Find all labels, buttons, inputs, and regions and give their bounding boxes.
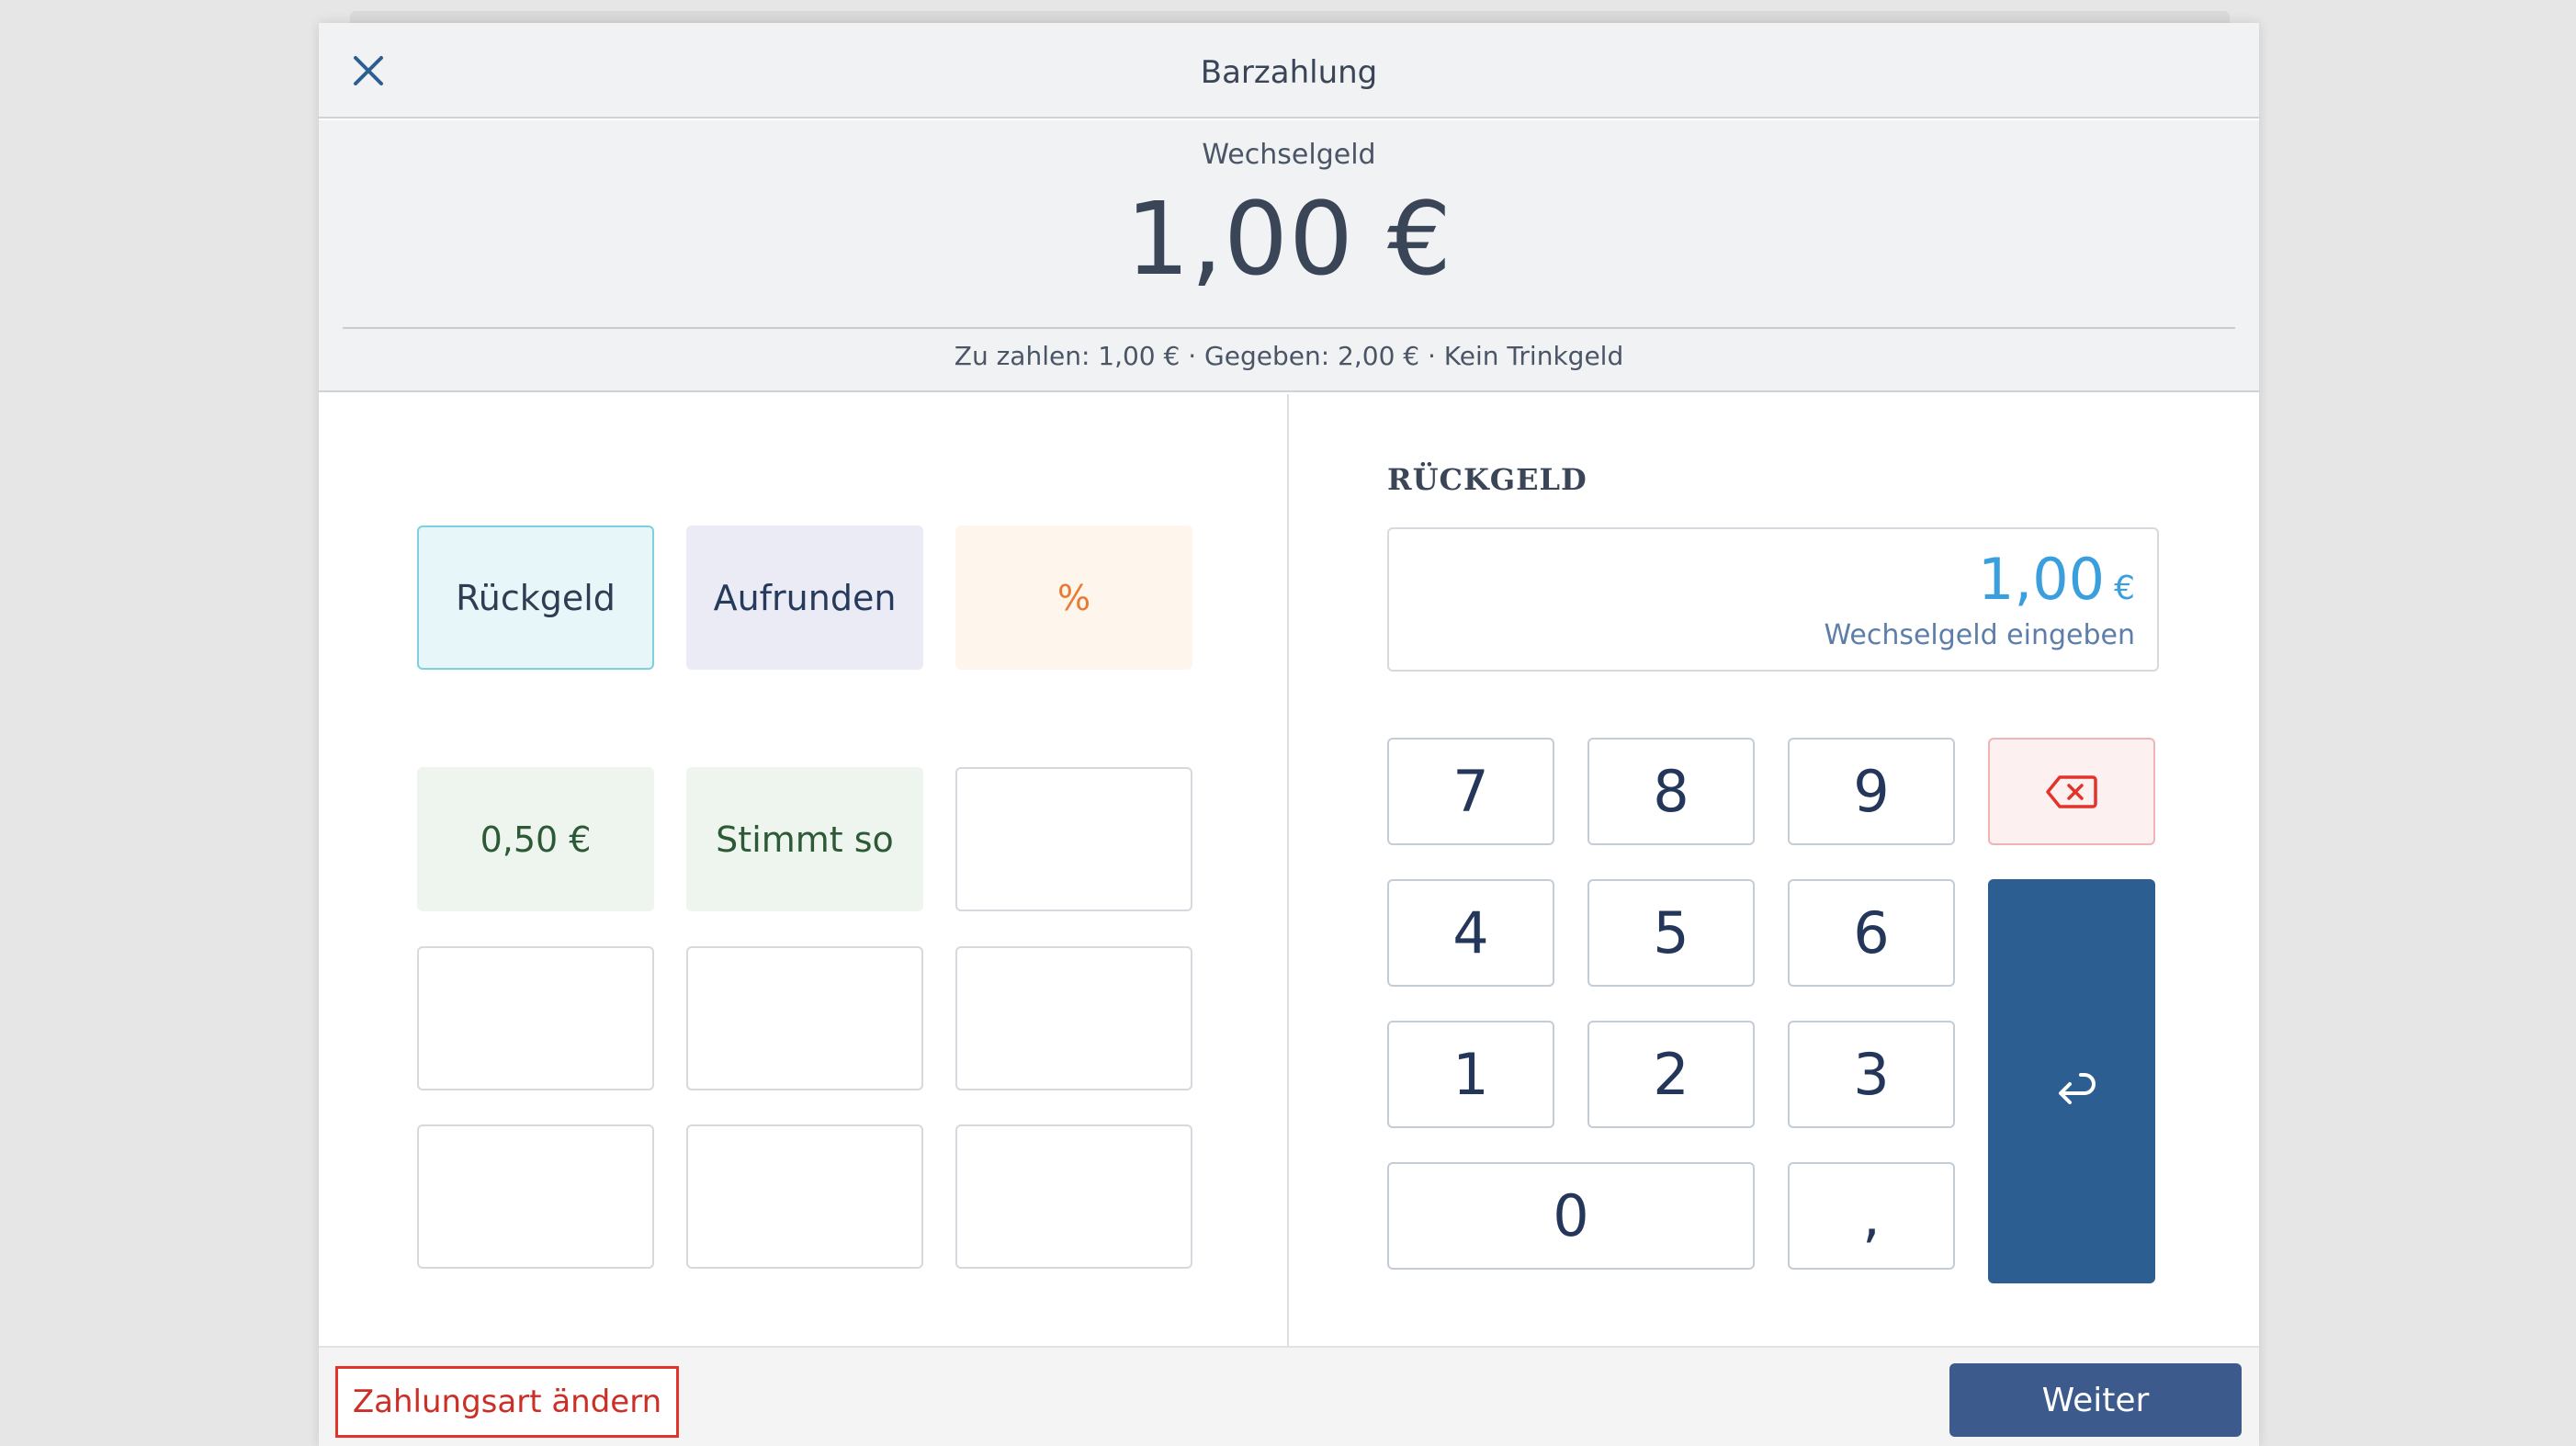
key-5[interactable]: 5	[1587, 879, 1755, 987]
key-4[interactable]: 4	[1387, 879, 1554, 987]
change-input-value: 1,00 €	[1978, 546, 2135, 613]
cash-payment-dialog: Barzahlung Wechselgeld 1,00 € Zu zahlen:…	[319, 23, 2259, 1446]
change-summary: Wechselgeld 1,00 € Zu zahlen: 1,00 € · G…	[319, 120, 2259, 392]
empty-quick-slot	[955, 767, 1192, 911]
dialog-footer: Zahlungsart ändern Weiter	[319, 1346, 2259, 1446]
next-button[interactable]: Weiter	[1949, 1363, 2242, 1437]
key-decimal-comma[interactable]: ,	[1788, 1162, 1955, 1270]
quick-amount-050-button[interactable]: 0,50 €	[417, 767, 654, 911]
empty-quick-slot	[955, 1124, 1192, 1269]
backspace-button[interactable]	[1988, 738, 2155, 845]
key-3[interactable]: 3	[1788, 1021, 1955, 1128]
payment-detail: Zu zahlen: 1,00 € · Gegeben: 2,00 € · Ke…	[954, 341, 1624, 371]
summary-divider	[343, 327, 2235, 329]
enter-icon	[2059, 1073, 2096, 1104]
key-1[interactable]: 1	[1387, 1021, 1554, 1128]
key-7[interactable]: 7	[1387, 738, 1554, 845]
key-6[interactable]: 6	[1788, 879, 1955, 987]
aufrunden-mode-button[interactable]: Aufrunden	[686, 525, 923, 670]
background-window-edge	[350, 11, 2230, 24]
change-input-currency: €	[2114, 570, 2135, 607]
empty-quick-slot	[417, 1124, 654, 1269]
key-2[interactable]: 2	[1587, 1021, 1755, 1128]
change-amount: 1,00 €	[1125, 180, 1452, 298]
dialog-title: Barzahlung	[1200, 54, 1378, 91]
key-0[interactable]: 0	[1387, 1162, 1755, 1270]
empty-quick-slot	[417, 946, 654, 1090]
enter-button[interactable]	[1988, 879, 2155, 1283]
rueckgeld-label: RÜCKGELD	[1387, 462, 1587, 497]
rueckgeld-mode-button[interactable]: Rückgeld	[417, 525, 654, 670]
change-label: Wechselgeld	[1202, 139, 1376, 171]
change-payment-method-button[interactable]: Zahlungsart ändern	[335, 1366, 679, 1438]
change-amount-input[interactable]: 1,00 € Wechselgeld eingeben	[1387, 527, 2159, 672]
change-input-hint: Wechselgeld eingeben	[1824, 619, 2135, 651]
key-8[interactable]: 8	[1587, 738, 1755, 845]
dialog-header: Barzahlung	[319, 23, 2259, 119]
percent-mode-button[interactable]: %	[955, 525, 1192, 670]
change-input-number: 1,00	[1978, 546, 2106, 613]
stimmt-so-button[interactable]: Stimmt so	[686, 767, 923, 911]
panel-divider	[1287, 394, 1289, 1350]
empty-quick-slot	[955, 946, 1192, 1090]
empty-quick-slot	[686, 946, 923, 1090]
backspace-icon	[2046, 774, 2097, 808]
empty-quick-slot	[686, 1124, 923, 1269]
key-9[interactable]: 9	[1788, 738, 1955, 845]
